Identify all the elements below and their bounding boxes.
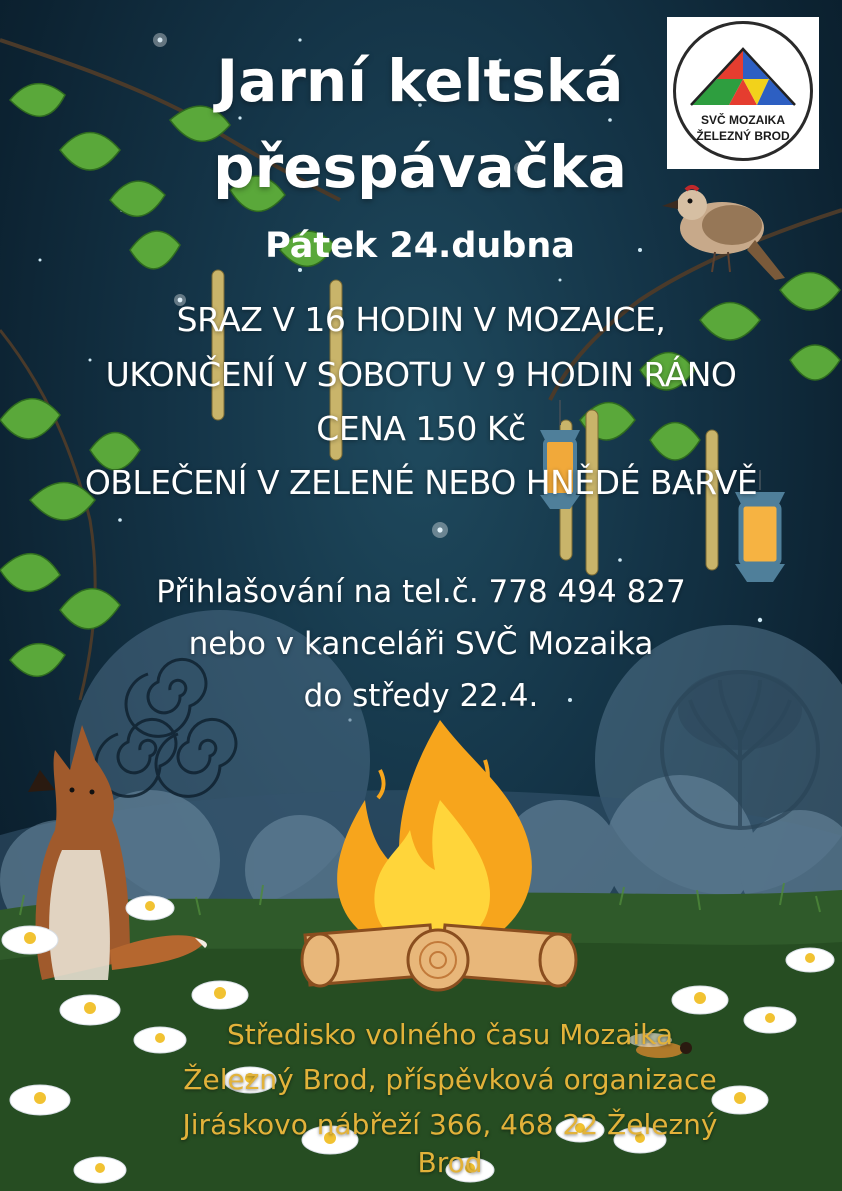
footer-address-line2: Brod bbox=[417, 1146, 483, 1179]
registration-office: nebo v kanceláři SVČ Mozaika bbox=[188, 626, 654, 662]
registration-deadline: do středy 22.4. bbox=[303, 678, 539, 714]
footer-organization-line2: Železný Brod, příspěvková organizace bbox=[183, 1063, 717, 1096]
poster-title-line2: přespávačka bbox=[213, 133, 627, 201]
footer-organization-line1: Středisko volného času Mozaika bbox=[226, 1018, 674, 1051]
info-meeting-time: SRAZ V 16 HODIN V MOZAICE, bbox=[176, 300, 666, 339]
info-end-time: UKONČENÍ V SOBOTU V 9 HODIN RÁNO bbox=[105, 355, 737, 394]
info-price: CENA 150 Kč bbox=[316, 409, 526, 448]
event-date: Pátek 24.dubna bbox=[265, 226, 575, 266]
event-poster: SVČ MOZAIKA ŽELEZNÝ BROD Jarní keltská p… bbox=[0, 0, 842, 1191]
registration-phone: Přihlašování na tel.č. 778 494 827 bbox=[156, 574, 686, 610]
poster-title-line1: Jarní keltská bbox=[216, 47, 624, 115]
info-dress-code: OBLEČENÍ V ZELENÉ NEBO HNĚDÉ BARVĚ bbox=[84, 463, 758, 502]
